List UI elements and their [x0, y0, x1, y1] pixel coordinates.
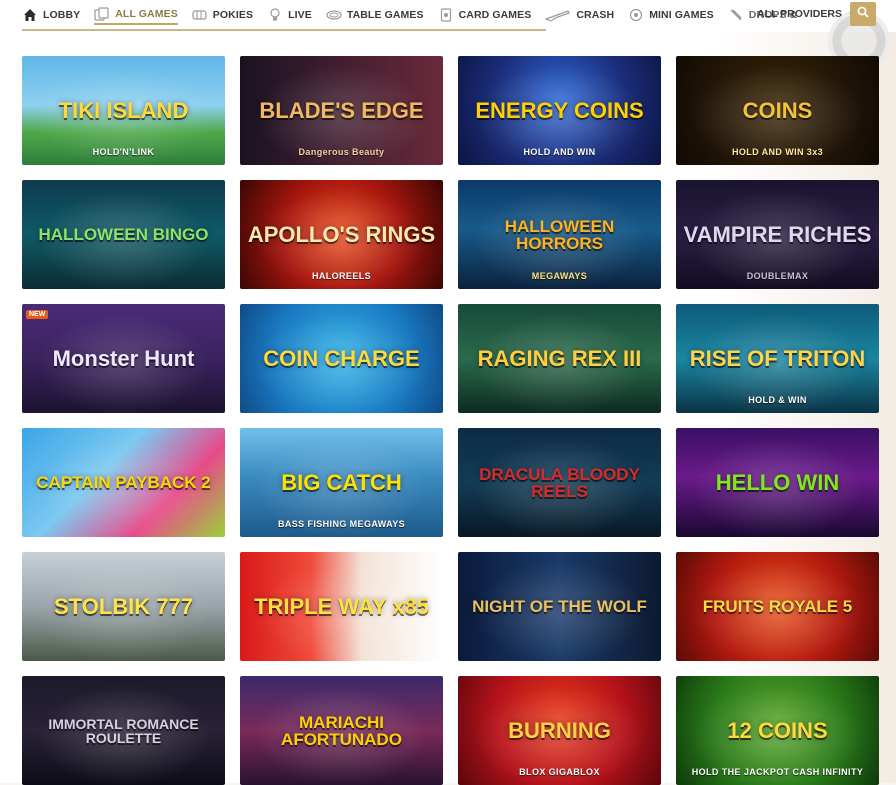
game-tile[interactable]: TIKI ISLAND HOLD'N'LINK — [22, 56, 225, 165]
game-title: MARIACHI AFORTUNADO — [281, 712, 402, 749]
game-tile[interactable]: DRACULA BLOODY REELS — [458, 428, 661, 537]
joystick-icon — [628, 7, 644, 23]
game-title: HALLOWEEN BINGO — [38, 225, 209, 244]
game-grid: TIKI ISLAND HOLD'N'LINK BLADE'S EDGE Danger… — [22, 56, 879, 785]
game-subtitle: HALOREELS — [311, 271, 372, 281]
game-tile[interactable]: ENERGY COINS HOLD AND WIN — [458, 56, 661, 165]
game-title: APOLLO'S RINGS — [247, 221, 436, 247]
search-icon — [857, 5, 869, 23]
game-subtitle: BLOX GIGABLOX — [519, 767, 600, 777]
drops-icon — [728, 7, 744, 23]
game-tile[interactable]: IMMORTAL ROMANCE ROULETTE — [22, 676, 225, 785]
game-tile[interactable]: HALLOWEEN BINGO — [22, 180, 225, 289]
nav-all-games-label: ALL GAMES — [115, 7, 178, 20]
game-title: FRUITS ROYALE 5 — [702, 597, 853, 616]
game-tile[interactable]: CAPTAIN PAYBACK 2 — [22, 428, 225, 537]
nav-mini-games-label: MINI GAMES — [649, 9, 714, 21]
game-title: ENERGY COINS — [475, 97, 644, 123]
game-subtitle: BASS FISHING MEGAWAYS — [277, 519, 406, 529]
game-tile[interactable]: BLADE'S EDGE Dangerous Beauty — [240, 56, 443, 165]
game-tile[interactable]: COIN CHARGE — [240, 304, 443, 413]
game-title: TRIPLE WAY x85 — [254, 593, 429, 619]
plane-icon — [545, 7, 571, 23]
game-subtitle: HOLD & WIN — [748, 395, 807, 405]
nav-crash[interactable]: CRASH — [545, 7, 614, 23]
game-subtitle: HOLD'N'LINK — [92, 147, 155, 157]
game-tile[interactable]: APOLLO'S RINGS HALOREELS — [240, 180, 443, 289]
game-title: HELLO WIN — [715, 469, 840, 495]
search-button[interactable] — [850, 2, 876, 26]
playing-card-icon — [438, 7, 454, 23]
nav-card-games-label: CARD GAMES — [458, 9, 532, 21]
game-tile[interactable]: NEW Monster Hunt — [22, 304, 225, 413]
game-title: HALLOWEEN HORRORS — [504, 216, 615, 253]
game-title: BURNING — [508, 717, 611, 743]
game-tile[interactable]: NIGHT OF THE WOLF — [458, 552, 661, 661]
game-title: VAMPIRE RICHES — [683, 221, 872, 247]
nav-live-label: LIVE — [288, 9, 312, 21]
game-subtitle: HOLD THE JACKPOT CASH INFINITY — [691, 767, 864, 777]
game-tile[interactable]: HELLO WIN — [676, 428, 879, 537]
new-badge: NEW — [26, 310, 49, 319]
game-tile[interactable]: STOLBIK 777 — [22, 552, 225, 661]
game-tile[interactable]: RISE OF TRITON HOLD & WIN — [676, 304, 879, 413]
nav-pokies[interactable]: POKIES — [192, 7, 253, 23]
nav-crash-label: CRASH — [576, 9, 615, 21]
game-title: BLADE'S EDGE — [259, 97, 424, 123]
nav-card-games[interactable]: CARD GAMES — [438, 7, 532, 23]
game-title: COINS — [742, 97, 813, 123]
game-subtitle: HOLD AND WIN 3x3 — [731, 147, 824, 157]
game-title: TIKI ISLAND — [58, 97, 189, 123]
game-title: NIGHT OF THE WOLF — [472, 597, 647, 616]
providers-label: ALL PROVIDERS — [757, 8, 842, 20]
game-title: STOLBIK 777 — [54, 593, 193, 619]
game-tile[interactable]: HALLOWEEN HORRORS MEGAWAYS — [458, 180, 661, 289]
game-title: CAPTAIN PAYBACK 2 — [36, 473, 211, 492]
game-tile[interactable]: 12 COINS HOLD THE JACKPOT CASH INFINITY — [676, 676, 879, 785]
game-title: Monster Hunt — [52, 345, 195, 371]
game-tile[interactable]: TRIPLE WAY x85 — [240, 552, 443, 661]
game-tile[interactable]: VAMPIRE RICHES DOUBLEMAX — [676, 180, 879, 289]
nav-all-games[interactable]: ALL GAMES — [94, 6, 178, 25]
game-title: RISE OF TRITON — [689, 345, 866, 371]
game-title: DRACULA BLOODY REELS — [479, 464, 640, 501]
nav-table-games[interactable]: TABLE GAMES — [326, 7, 424, 23]
lightbulb-icon — [267, 7, 283, 23]
game-title: IMMORTAL ROMANCE ROULETTE — [48, 715, 199, 746]
game-tile[interactable]: BURNING BLOX GIGABLOX — [458, 676, 661, 785]
game-subtitle: HOLD AND WIN — [523, 147, 596, 157]
game-tile[interactable]: RAGING REX III — [458, 304, 661, 413]
game-title: COIN CHARGE — [263, 345, 420, 371]
nav-items: LOBBY ALL GAMES POKIES LIVE TABLE GAMES — [22, 0, 811, 30]
nav-lobby[interactable]: LOBBY — [22, 7, 80, 23]
table-icon — [326, 7, 342, 23]
nav-table-games-label: TABLE GAMES — [346, 9, 424, 21]
game-subtitle: DOUBLEMAX — [746, 271, 809, 281]
cards-icon — [94, 6, 110, 22]
nav-live[interactable]: LIVE — [267, 7, 312, 23]
game-tile[interactable]: COINS HOLD AND WIN 3x3 — [676, 56, 879, 165]
game-tile[interactable]: FRUITS ROYALE 5 — [676, 552, 879, 661]
top-navigation: LOBBY ALL GAMES POKIES LIVE TABLE GAMES — [0, 0, 896, 72]
nav-underline — [22, 29, 546, 31]
nav-mini-games[interactable]: MINI GAMES — [628, 7, 714, 23]
house-icon — [22, 7, 38, 23]
game-title: 12 COINS — [727, 717, 828, 743]
slot-machine-icon — [192, 7, 208, 23]
game-tile[interactable]: MARIACHI AFORTUNADO — [240, 676, 443, 785]
game-title: BIG CATCH — [281, 469, 402, 495]
game-subtitle: MEGAWAYS — [531, 271, 588, 281]
game-tile[interactable]: BIG CATCH BASS FISHING MEGAWAYS — [240, 428, 443, 537]
game-subtitle: Dangerous Beauty — [298, 147, 385, 157]
nav-pokies-label: POKIES — [212, 9, 254, 21]
game-title: RAGING REX III — [477, 345, 642, 371]
nav-lobby-label: LOBBY — [43, 9, 81, 21]
